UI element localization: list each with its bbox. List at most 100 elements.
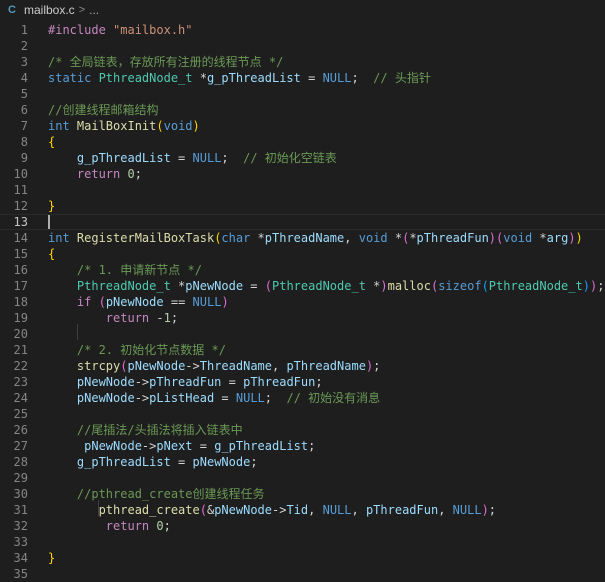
code-token: = bbox=[243, 279, 265, 293]
code-line[interactable]: 27 pNewNode->pNext = g_pThreadList; bbox=[0, 438, 605, 454]
code-line[interactable]: 28 g_pThreadList = pNewNode; bbox=[0, 454, 605, 470]
code-token: static bbox=[48, 71, 99, 85]
code-token: pNewNode bbox=[76, 391, 135, 405]
code-line[interactable]: 4 static PthreadNode_t *g_pThreadList = N… bbox=[0, 70, 605, 86]
code-text: return 0; bbox=[48, 166, 142, 182]
code-line[interactable]: 18 if (pNewNode == NULL) bbox=[0, 294, 605, 310]
code-token: , bbox=[272, 359, 287, 373]
code-line[interactable]: 1 #include "mailbox.h" bbox=[0, 22, 605, 38]
code-token: /* 1. 申请新节点 */ bbox=[76, 263, 202, 277]
code-line[interactable]: 31 pthread_create(&pNewNode->Tid, NULL, … bbox=[0, 502, 605, 518]
code-text: /* 全局链表，存放所有注册的线程节点 */ bbox=[48, 54, 283, 70]
code-line[interactable]: 7 int MailBoxInit(void) bbox=[0, 118, 605, 134]
code-line[interactable]: 16 /* 1. 申请新节点 */ bbox=[0, 262, 605, 278]
code-token: ; bbox=[221, 151, 244, 165]
code-token: * bbox=[409, 231, 417, 245]
line-number: 24 bbox=[13, 391, 28, 405]
code-line[interactable]: 30 //pthread_create创建线程任务 bbox=[0, 486, 605, 502]
code-token: pNewNode bbox=[127, 359, 186, 373]
code-token: 0 bbox=[127, 167, 135, 181]
code-text: return 0; bbox=[48, 518, 171, 534]
code-token: NULL bbox=[452, 503, 482, 517]
code-token: // 初始没有消息 bbox=[286, 391, 381, 405]
code-line[interactable]: 19 return -1; bbox=[0, 310, 605, 326]
code-token: = bbox=[214, 391, 236, 405]
code-line[interactable]: 23 pNewNode->pThreadFun = pThreadFun; bbox=[0, 374, 605, 390]
code-token: { bbox=[48, 135, 56, 149]
code-token: = bbox=[300, 71, 323, 85]
code-line[interactable]: 33 bbox=[0, 534, 605, 550]
code-token: PthreadNode_t bbox=[272, 279, 366, 293]
code-line[interactable]: 13 bbox=[0, 214, 605, 230]
code-line[interactable]: 11 bbox=[0, 182, 605, 198]
code-line[interactable]: 29 bbox=[0, 470, 605, 486]
code-text: { bbox=[48, 246, 55, 262]
code-text: { bbox=[48, 134, 55, 150]
code-line[interactable]: 34} bbox=[0, 550, 605, 566]
chevron-right-icon: > bbox=[78, 4, 86, 16]
code-text: static PthreadNode_t *g_pThreadList = NU… bbox=[48, 70, 431, 86]
code-token: pNext bbox=[156, 439, 193, 453]
code-token: PthreadNode_t bbox=[98, 71, 193, 85]
code-line[interactable]: 17 PthreadNode_t *pNewNode = (PthreadNod… bbox=[0, 278, 605, 294]
code-line[interactable]: 22 strcpy(pNewNode->ThreadName, pThreadN… bbox=[0, 358, 605, 374]
code-line[interactable]: 2 bbox=[0, 38, 605, 54]
code-token: void bbox=[163, 119, 193, 133]
code-line[interactable]: 9 g_pThreadList = NULL; // 初始化空链表 bbox=[0, 150, 605, 166]
code-text: pNewNode->pListHead = NULL; // 初始没有消息 bbox=[48, 390, 380, 406]
code-text: int RegisterMailBoxTask(char *pThreadNam… bbox=[48, 230, 583, 246]
code-token: -> bbox=[272, 503, 287, 517]
code-line[interactable]: 21 /* 2. 初始化节点数据 */ bbox=[0, 342, 605, 358]
code-token: //尾插法/头插法将插入链表中 bbox=[76, 423, 243, 437]
code-token: g_pThreadList bbox=[214, 439, 309, 453]
code-token: return bbox=[76, 167, 128, 181]
code-line[interactable]: 20 bbox=[0, 326, 605, 342]
code-token: ) bbox=[481, 503, 489, 517]
code-line[interactable]: 12} bbox=[0, 198, 605, 214]
code-line[interactable]: 32 return 0; bbox=[0, 518, 605, 534]
code-token: ( bbox=[264, 279, 272, 293]
code-line[interactable]: 5 bbox=[0, 86, 605, 102]
code-token: ) bbox=[221, 295, 229, 309]
code-token: pThreadFun bbox=[149, 375, 222, 389]
code-line[interactable]: 6 //创建线程邮箱结构 bbox=[0, 102, 605, 118]
code-text: /* 2. 初始化节点数据 */ bbox=[48, 342, 226, 358]
line-number: 29 bbox=[13, 471, 28, 485]
line-number: 8 bbox=[20, 135, 28, 149]
code-token: pListHead bbox=[149, 391, 215, 405]
line-number: 14 bbox=[13, 231, 28, 245]
code-token: pThreadFun bbox=[365, 503, 439, 517]
code-line[interactable]: 3 /* 全局链表，存放所有注册的线程节点 */ bbox=[0, 54, 605, 70]
code-token: , bbox=[351, 503, 366, 517]
code-line[interactable]: 26 //尾插法/头插法将插入链表中 bbox=[0, 422, 605, 438]
code-line[interactable]: 14 int RegisterMailBoxTask(char *pThreadN… bbox=[0, 230, 605, 246]
code-text: } bbox=[48, 198, 55, 214]
code-line[interactable]: 24 pNewNode->pListHead = NULL; // 初始没有消息 bbox=[0, 390, 605, 406]
breadcrumb-file[interactable]: mailbox.c bbox=[24, 3, 75, 17]
breadcrumb-more[interactable]: ... bbox=[89, 3, 99, 17]
code-line[interactable]: 10 return 0; bbox=[0, 166, 605, 182]
line-number: 20 bbox=[13, 327, 28, 341]
code-line[interactable]: 15 { bbox=[0, 246, 605, 262]
code-editor[interactable]: 1 #include "mailbox.h" 2 3/* 全局链表，存放所有注册的线程… bbox=[0, 20, 605, 581]
line-number: 33 bbox=[13, 535, 28, 549]
code-token: ) bbox=[380, 279, 388, 293]
code-token: ; bbox=[597, 279, 605, 293]
breadcrumb: C mailbox.c > ... bbox=[0, 0, 605, 20]
line-number: 17 bbox=[13, 279, 28, 293]
code-token: * bbox=[170, 279, 186, 293]
line-number: 9 bbox=[20, 151, 28, 165]
code-token: NULL bbox=[192, 151, 222, 165]
code-token: sizeof bbox=[438, 279, 482, 293]
code-line[interactable]: 25 bbox=[0, 406, 605, 422]
code-token: ; bbox=[134, 167, 142, 181]
code-line[interactable]: 35 bbox=[0, 566, 605, 582]
code-line[interactable]: 8{ bbox=[0, 134, 605, 150]
code-text: g_pThreadList = NULL; // 初始化空链表 bbox=[48, 150, 337, 166]
code-token: ( bbox=[156, 119, 164, 133]
line-number: 26 bbox=[13, 423, 28, 437]
line-number: 21 bbox=[13, 343, 28, 357]
